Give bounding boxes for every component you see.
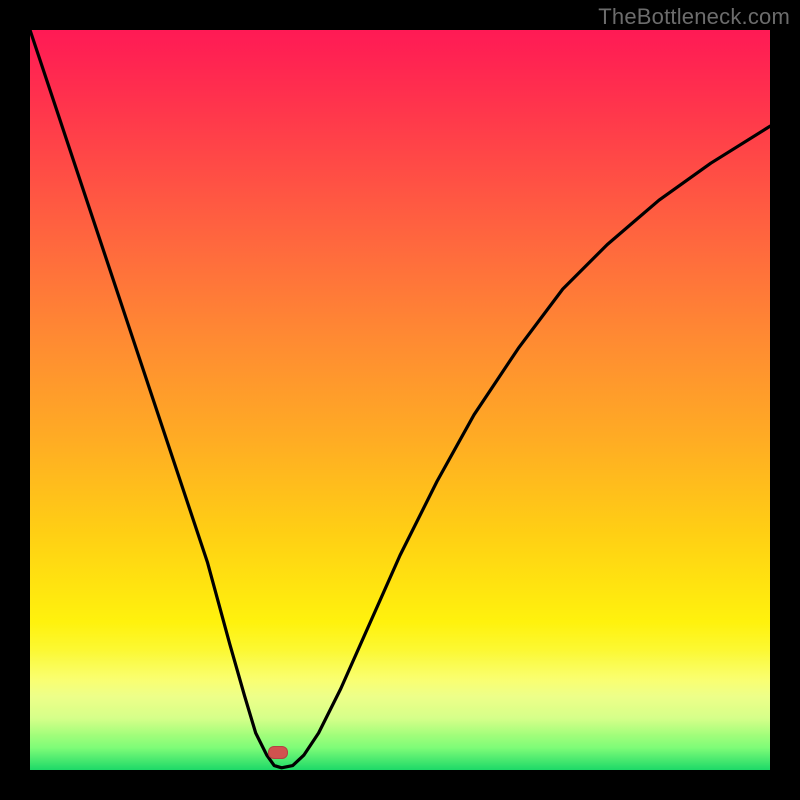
min-point-marker xyxy=(268,746,288,759)
chart-stage: TheBottleneck.com xyxy=(0,0,800,800)
watermark-text: TheBottleneck.com xyxy=(598,4,790,30)
plot-area xyxy=(30,30,770,770)
bottleneck-curve xyxy=(30,30,770,770)
